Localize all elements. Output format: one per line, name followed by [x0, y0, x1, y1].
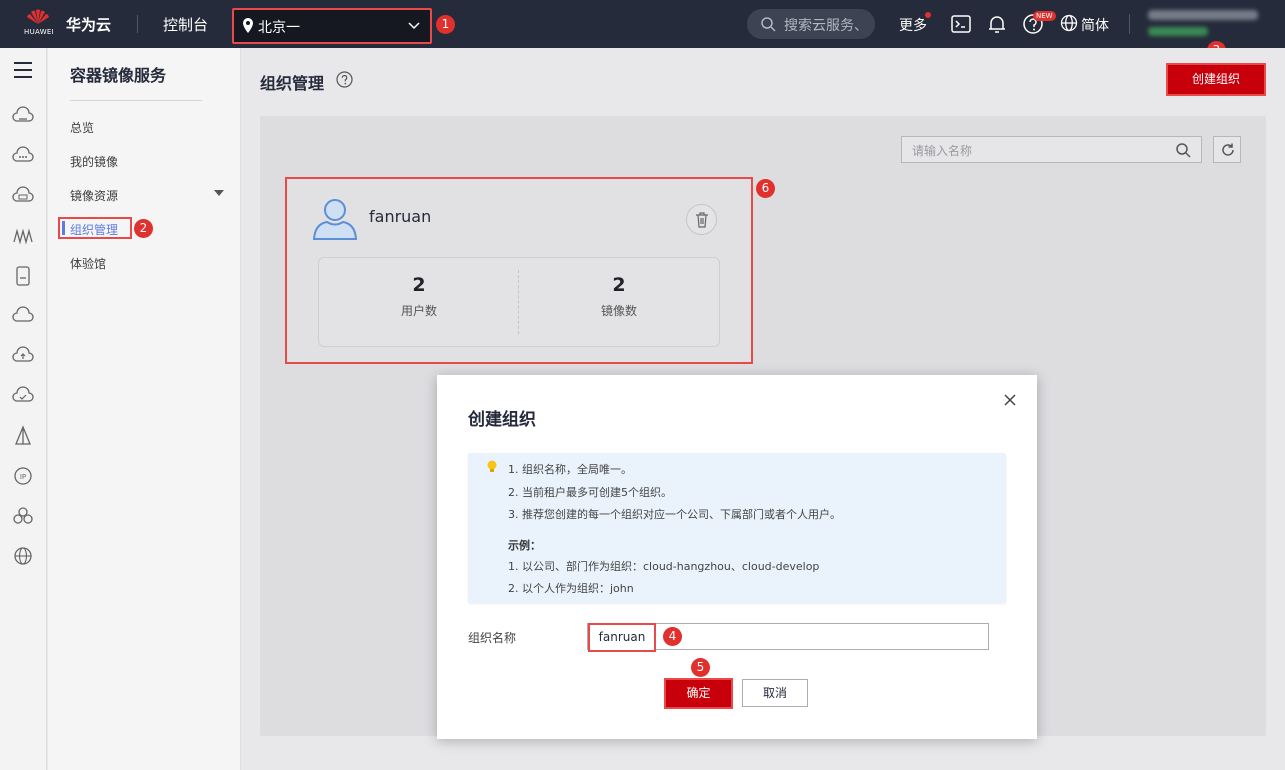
page-title: 组织管理: [260, 74, 325, 93]
annotation-marker: 6: [756, 179, 775, 198]
globe-network-icon[interactable]: [11, 544, 35, 568]
terminal-icon[interactable]: [950, 13, 972, 35]
sidebar-item-experience[interactable]: 体验馆: [70, 255, 106, 272]
sidebar-item-label: 组织管理: [70, 223, 119, 237]
delete-org-button[interactable]: [686, 204, 717, 235]
more-menu[interactable]: 更多: [899, 15, 927, 35]
create-org-button[interactable]: 创建组织: [1166, 63, 1266, 96]
annotation-marker: 2: [134, 219, 153, 238]
tip-line: 1. 组织名称，全局唯一。: [508, 463, 632, 476]
ip-icon[interactable]: IP: [11, 464, 35, 488]
sidebar-item-image-resources[interactable]: 镜像资源: [70, 187, 118, 204]
example-line: 2. 以个人作为组织：john: [508, 582, 634, 595]
org-search-input[interactable]: 请输入名称: [901, 136, 1202, 163]
account-status-blurred: [1148, 27, 1208, 36]
image-count-value: 2: [612, 274, 626, 296]
org-card[interactable]: fanruan 2 用户数 2 镜像数: [285, 177, 753, 364]
search-icon[interactable]: [1175, 142, 1191, 158]
language-switch[interactable]: 简体: [1081, 15, 1109, 35]
logo-text: HUAWEI: [24, 28, 55, 36]
divider: [1129, 14, 1130, 34]
annotation-marker: 4: [663, 627, 682, 646]
huawei-logo-icon[interactable]: [26, 9, 50, 25]
cancel-button[interactable]: 取消: [742, 679, 808, 707]
search-placeholder: 请输入名称: [912, 144, 973, 158]
user-avatar-icon: [312, 199, 358, 240]
divider: [137, 15, 138, 33]
globe-icon[interactable]: [1060, 14, 1078, 32]
cloud-upload-icon[interactable]: [11, 344, 35, 368]
org-name-input[interactable]: fanruan: [587, 623, 989, 652]
annotation-marker: 1: [436, 15, 455, 34]
active-indicator: [62, 221, 65, 235]
user-count-value: 2: [412, 274, 426, 296]
image-count-label: 镜像数: [600, 304, 637, 318]
tips-box: 1. 组织名称，全局唯一。 2. 当前租户最多可创建5个组织。 3. 推荐您创建…: [468, 453, 1006, 603]
refresh-button[interactable]: [1213, 136, 1241, 163]
org-name-value: fanruan: [588, 623, 656, 652]
example-title: 示例：: [508, 539, 541, 552]
annotation-marker: 5: [691, 658, 710, 677]
chevron-down-icon: [408, 22, 420, 30]
tip-line: 2. 当前租户最多可创建5个组织。: [508, 486, 672, 499]
cluster-icon[interactable]: [11, 504, 35, 528]
help-icon[interactable]: [336, 71, 353, 88]
cloud-server-icon[interactable]: [11, 104, 35, 128]
top-bar: HUAWEI 华为云 控制台 北京一 1 搜索云服务、 更多 NEW 简体: [0, 0, 1285, 48]
hamburger-menu-icon[interactable]: [11, 58, 35, 82]
cloud-icon[interactable]: [11, 304, 35, 328]
region-label: 北京一: [258, 20, 300, 36]
console-link[interactable]: 控制台: [163, 14, 208, 35]
account-name-blurred[interactable]: [1148, 10, 1258, 20]
tip-line: 3. 推荐您创建的每一个组织对应一个公司、下属部门或者个人用户。: [508, 508, 841, 521]
region-selector[interactable]: 北京一: [232, 8, 432, 44]
service-icon-rail: IP: [0, 48, 47, 770]
search-icon: [761, 17, 776, 32]
user-count-stat: 2 用户数: [319, 274, 519, 319]
brand-name[interactable]: 华为云: [66, 14, 111, 35]
image-count-stat: 2 镜像数: [519, 274, 719, 319]
service-title: 容器镜像服务: [70, 66, 167, 85]
trash-icon: [696, 212, 708, 228]
refresh-icon: [1222, 143, 1234, 156]
cloud-check-icon[interactable]: [11, 384, 35, 408]
bell-icon[interactable]: [986, 13, 1008, 35]
lightbulb-icon: [487, 460, 497, 472]
caret-down-icon[interactable]: [214, 190, 224, 196]
sidebar-item-org-management[interactable]: 组织管理: [58, 217, 132, 239]
search-placeholder: 搜索云服务、: [784, 18, 868, 34]
org-name[interactable]: fanruan: [369, 207, 431, 226]
sidebar-item-my-images[interactable]: 我的镜像: [70, 153, 118, 170]
example-line: 1. 以公司、部门作为组织：cloud-hangzhou、cloud-devel…: [508, 560, 820, 573]
new-badge: NEW: [1033, 11, 1056, 21]
user-count-label: 用户数: [400, 304, 437, 318]
confirm-button[interactable]: 确定: [664, 678, 733, 709]
tent-icon[interactable]: [11, 424, 35, 448]
dialog-title: 创建组织: [468, 410, 536, 430]
org-name-label: 组织名称: [468, 631, 517, 645]
divider: [70, 100, 202, 101]
org-stats: 2 用户数 2 镜像数: [318, 257, 720, 347]
notification-dot: [925, 12, 931, 18]
storage-icon[interactable]: [11, 264, 35, 288]
global-search[interactable]: 搜索云服务、: [747, 9, 875, 39]
cloud-database-icon[interactable]: [11, 184, 35, 208]
create-org-dialog: 创建组织 1. 组织名称，全局唯一。 2. 当前租户最多可创建5个组织。 3. …: [437, 375, 1037, 739]
sidebar-item-overview[interactable]: 总览: [70, 119, 94, 136]
map-pin-icon: [243, 18, 253, 33]
cloud-dots-icon[interactable]: [11, 144, 35, 168]
close-icon[interactable]: [1003, 393, 1017, 407]
waves-icon[interactable]: [11, 224, 35, 248]
svg-text:IP: IP: [20, 473, 26, 481]
